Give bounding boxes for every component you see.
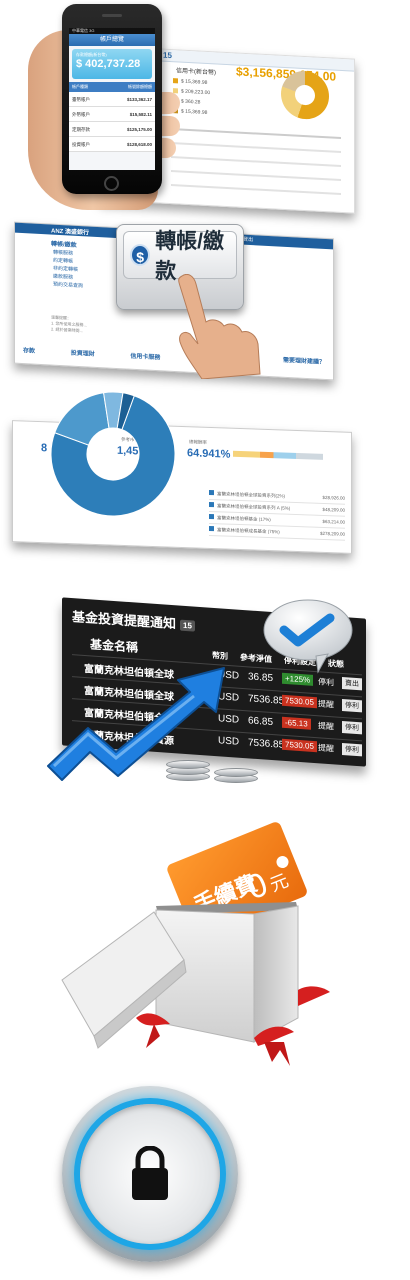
- phone-screen: 中華電信 3G 帳戶總覽 存款總額(新台幣) $ 402,737.28 帳戶種類…: [69, 28, 155, 170]
- mobile-banking-section: 15 信用卡(新台幣) $3,156,859,654.00 $ 15,369.9…: [0, 0, 410, 215]
- account-row[interactable]: 定期存款 $125,175.00: [69, 122, 155, 137]
- col-balance: 帳號餘額總額: [128, 84, 152, 89]
- board-title: 基金投資提醒通知 15: [72, 606, 195, 634]
- stat-value: 64.941%: [187, 447, 231, 461]
- coin-stack: [214, 764, 258, 790]
- account-row[interactable]: 投資帳戶 $128,618.00: [69, 137, 155, 152]
- divider: [171, 170, 341, 181]
- brand-logo: ANZ 澳盛銀行: [51, 228, 89, 237]
- free-fee-section: 手續費 0 元: [0, 810, 410, 1072]
- change-badge: -65.13: [282, 716, 311, 730]
- coin-stack: [166, 756, 210, 782]
- link-credit[interactable]: 信用卡服務: [130, 354, 160, 362]
- action-button[interactable]: 停利: [342, 742, 362, 757]
- tab-transfer[interactable]: 轉帳/繳款: [51, 239, 77, 249]
- account-row[interactable]: 外幣帳戶 $15,582.11: [69, 107, 155, 122]
- button-face: $ 轉帳/繳款: [123, 230, 237, 283]
- transfer-section: ANZ 澳盛銀行 服務 | 設定 | 登出 轉帳/繳款 轉帳服務 約定轉帳 非約…: [0, 218, 410, 383]
- portfolio-donut-chart: [50, 391, 176, 517]
- col-account: 帳戶種類: [72, 84, 88, 89]
- balance-card: 存款總額(新台幣) $ 402,737.28: [72, 49, 152, 79]
- action-button[interactable]: 賣出: [342, 676, 362, 691]
- column-header: 帳戶種類 帳號餘額總額: [69, 82, 155, 92]
- bottom-links: 存款 投資理財 信用卡服務: [23, 345, 194, 363]
- security-section: [0, 1082, 410, 1280]
- phone-speaker: [102, 14, 122, 17]
- divider: [171, 142, 341, 153]
- allocation-table: 富蘭克林坦伯頓全球投資系列(2%) $28,926.00 富蘭克林坦伯頓全球投資系…: [209, 487, 345, 541]
- action-button[interactable]: 停利: [342, 720, 362, 735]
- stat-label: 總報酬率: [189, 439, 207, 445]
- divider: [171, 184, 341, 195]
- home-button[interactable]: [104, 176, 119, 191]
- divider: [171, 156, 341, 167]
- change-badge: +125%: [282, 672, 314, 686]
- advice-link[interactable]: 需要理財建議？: [283, 355, 325, 366]
- side-menu: 轉帳服務 約定轉帳 非約定轉帳 繳款服務 預約交易查詢: [53, 249, 83, 291]
- board-subtitle: 基金名稱: [90, 637, 139, 655]
- legend-item: $ 15,369.98: [173, 108, 207, 116]
- side-menu-item[interactable]: 預約交易查詢: [53, 281, 83, 291]
- gift-box-icon: 手續費 0 元: [61, 822, 330, 1066]
- change-badge: 7530.05: [282, 694, 317, 709]
- legend-item: $ 209,223.00: [173, 88, 210, 96]
- credit-label: 信用卡(新台幣): [176, 68, 216, 77]
- notes: 溫馨提醒： 1. 您所使用之服務… 2. 請於營業時間…: [51, 314, 88, 334]
- stat-value: 8: [41, 442, 48, 455]
- dollar-coin-icon: $: [130, 244, 151, 266]
- lock-ring: [80, 1104, 220, 1244]
- fund-alert-section: 基金投資提醒通知 15 基金名稱 幣別 參考淨值 停利設定 狀態 富蘭克林坦伯頓全球 US…: [0, 596, 410, 806]
- divider: [171, 128, 341, 139]
- screen-title: 帳戶總覽: [69, 34, 155, 46]
- pointing-hand-icon: [178, 274, 261, 379]
- link-invest[interactable]: 投資理財: [71, 351, 95, 358]
- allocation-bar: [233, 450, 323, 460]
- padlock-icon: [132, 1146, 168, 1200]
- checkmark-bubble-icon: [263, 599, 353, 674]
- account-row[interactable]: 臺幣帳戶 $133,362.17: [69, 92, 155, 107]
- balance-amount: $ 402,737.28: [76, 58, 141, 70]
- portfolio-section: 8 參考市值 1,456,0 總報酬率 64.941% 富蘭克林坦伯頓全球投資系…: [0, 386, 410, 556]
- action-button[interactable]: 停利: [342, 698, 362, 713]
- change-badge: 7530.05: [282, 738, 317, 753]
- count-badge: 15: [180, 619, 195, 632]
- smartphone: 中華電信 3G 帳戶總覽 存款總額(新台幣) $ 402,737.28 帳戶種類…: [62, 4, 162, 194]
- security-lock-button[interactable]: [62, 1086, 238, 1262]
- link-deposit[interactable]: 存款: [23, 348, 35, 355]
- legend-item: $ 15,369.98: [173, 78, 207, 86]
